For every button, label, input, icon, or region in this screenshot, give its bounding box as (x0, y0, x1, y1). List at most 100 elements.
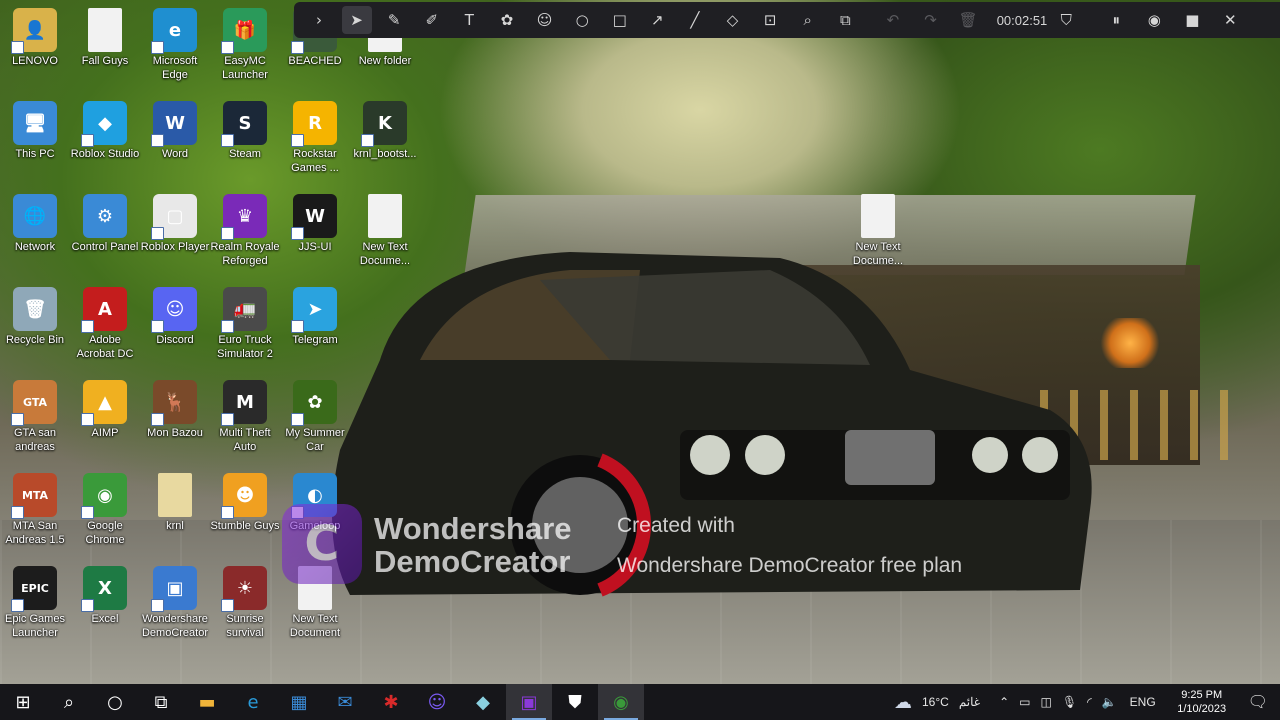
desktop-icon-easymc-launcher[interactable]: 🎁 EasyMC Launcher (210, 8, 280, 82)
task-view-icon[interactable]: ⧉ (138, 684, 184, 720)
roblox-studio-icon[interactable]: ✱ (368, 684, 414, 720)
desktop-icon-label: Realm Royale Reforged (210, 241, 280, 267)
chrome-icon[interactable]: ◉ (598, 684, 644, 720)
pen-tool-icon[interactable]: ✎ (379, 6, 409, 34)
file-explorer-icon[interactable]: ▬ (184, 684, 230, 720)
clear-icon[interactable]: 🗑 (953, 6, 983, 34)
circle-tool-icon[interactable]: ○ (567, 6, 597, 34)
weather-condition[interactable]: غائم (959, 695, 980, 709)
store-icon[interactable]: ▦ (276, 684, 322, 720)
desktop-icon-microsoft-edge[interactable]: e Microsoft Edge (140, 8, 210, 82)
desktop-icon-network[interactable]: 🌐 Network (0, 194, 70, 254)
democreator-icon[interactable]: ▣ (506, 684, 552, 720)
start-button[interactable]: ⊞ (0, 684, 46, 720)
search-icon[interactable]: ⌕ (46, 684, 92, 720)
desktop-icon-stumble-guys[interactable]: ☻ Stumble Guys (210, 473, 280, 533)
desktop-icon-label: New folder (358, 55, 412, 67)
desktop-icon-label: Word (161, 148, 189, 160)
meet-now-icon[interactable]: ◫ (1040, 695, 1051, 709)
cortana-glyph: ○ (107, 691, 123, 713)
desktop-icon-steam[interactable]: S Steam (210, 101, 280, 161)
desktop-icon-rockstar-games[interactable]: R Rockstar Games ... (280, 101, 350, 175)
spotlight-tool-icon[interactable]: ⊡ (755, 6, 785, 34)
desktop-icon-multi-theft-auto[interactable]: M Multi Theft Auto (210, 380, 280, 454)
desktop-icon-label: Google Chrome (85, 520, 125, 546)
recorder-toolbar: › ➤ ✎ ✐ T ✿ ☺ ○ □ ↗ ╱ ◇ ⊡ ⌕ ⧉ ↶ ↷ 🗑 00:02:51 ⛉ ⏸ ◉ ■ ✕ (294, 2, 1280, 38)
desktop-icon-label: Excel (91, 613, 119, 625)
select-tool-icon[interactable]: ➤ (341, 6, 372, 34)
highlighter-tool-icon[interactable]: ✐ (417, 6, 447, 34)
expand-tool-icon[interactable]: › (304, 6, 334, 34)
desktop-icon-this-pc[interactable]: 🖥 This PC (0, 101, 70, 161)
security-glyph: ⛊ (568, 691, 582, 713)
notification-icon[interactable]: 🗨 (1248, 692, 1268, 712)
desktop-icon-adobe-acrobat-dc[interactable]: A Adobe Acrobat DC (70, 287, 140, 361)
stop-icon[interactable]: ■ (1177, 6, 1207, 34)
discord-icon[interactable]: ☺ (414, 684, 460, 720)
desktop-icon-excel[interactable]: X Excel (70, 566, 140, 626)
desktop-icon-euro-truck-simulator-2[interactable]: 🚛 Euro Truck Simulator 2 (210, 287, 280, 361)
desktop-icon-google-chrome[interactable]: ◉ Google Chrome (70, 473, 140, 547)
taskbar-clock[interactable]: 9:25 PM 1/10/2023 (1169, 688, 1235, 716)
notepad-icon[interactable]: ◆ (460, 684, 506, 720)
camera-icon[interactable]: ◉ (1139, 6, 1169, 34)
desktop-icon-lenovo[interactable]: 👤 LENOVO (0, 8, 70, 68)
language-indicator[interactable]: ENG (1130, 695, 1156, 709)
desktop-icon-mon-bazou[interactable]: 🦌 Mon Bazou (140, 380, 210, 440)
app-icon: 🗑 (13, 287, 57, 331)
arrow-tool-icon[interactable]: ↗ (642, 6, 672, 34)
magnifier-tool-icon[interactable]: ⌕ (793, 6, 823, 34)
desktop-icon-aimp[interactable]: ▲ AIMP (70, 380, 140, 440)
undo-icon[interactable]: ↶ (878, 6, 908, 34)
desktop-icon-roblox-player[interactable]: ▢ Roblox Player (140, 194, 210, 254)
microphone-icon[interactable]: 🎙 (1062, 695, 1077, 709)
desktop-icon-control-panel[interactable]: ⚙ Control Panel (70, 194, 140, 254)
desktop-icon-word[interactable]: W Word (140, 101, 210, 161)
edge-icon[interactable]: e (230, 684, 276, 720)
desktop-icon-label: krnl (166, 520, 184, 532)
desktop-icon-gta-san-andreas[interactable]: GTA GTA san andreas (0, 380, 70, 454)
desktop-icon-my-summer-car[interactable]: ✿ My Summer Car (280, 380, 350, 454)
desktop-icon-telegram[interactable]: ➤ Telegram (280, 287, 350, 347)
weather-temperature[interactable]: 16°C (922, 695, 949, 709)
desktop-icon-krnl[interactable]: krnl (140, 473, 210, 533)
battery-icon[interactable]: ▭ (1019, 695, 1030, 709)
pause-icon[interactable]: ⏸ (1101, 6, 1131, 34)
chevron-up-icon[interactable]: ⌃ (999, 695, 1009, 709)
stamp-tool-icon[interactable]: ✿ (492, 6, 522, 34)
desktop-icon-realm-royale-reforged[interactable]: ♛ Realm Royale Reforged (210, 194, 280, 268)
desktop-icon-label: Sunrise survival (226, 613, 264, 639)
desktop-icon-krnl-bootst[interactable]: Kkrnl_bootst... (350, 101, 420, 161)
emoji-tool-icon[interactable]: ☺ (530, 6, 560, 34)
mail-icon[interactable]: ✉ (322, 684, 368, 720)
desktop-icon-label: Adobe Acrobat DC (76, 334, 134, 360)
cortana-icon[interactable]: ○ (92, 684, 138, 720)
wifi-icon[interactable]: ◜ (1087, 695, 1092, 709)
weather-icon[interactable]: ☁ (894, 692, 912, 713)
desktop-icon-jjs-ui[interactable]: W JJS-UI (280, 194, 350, 254)
security-icon[interactable]: ⛊ (552, 684, 598, 720)
desktop-icon-mta-san-andreas-1-5[interactable]: MTA MTA San Andreas 1.5 (0, 473, 70, 547)
close-icon[interactable]: ✕ (1215, 6, 1245, 34)
desktop-icon-sunrise-survival[interactable]: ☀ Sunrise survival (210, 566, 280, 640)
text-tool-icon[interactable]: T (454, 6, 484, 34)
desktop-icon-label: MTA San Andreas 1.5 (5, 520, 65, 546)
volume-icon[interactable]: 🔈 (1102, 695, 1117, 709)
desktop[interactable]: 👤 LENOVO 🖥 This PC 🌐 Network 🗑 Recycle Bin GTA GT… (0, 0, 1280, 684)
desktop-icon-label: Fall Guys (81, 55, 129, 67)
eraser-tool-icon[interactable]: ◇ (718, 6, 748, 34)
desktop-icon-roblox-studio[interactable]: ◆ Roblox Studio (70, 101, 140, 161)
desktop-icon-recycle-bin[interactable]: 🗑 Recycle Bin (0, 287, 70, 347)
whiteboard-tool-icon[interactable]: ⧉ (830, 6, 860, 34)
discord-glyph: ☺ (427, 691, 447, 713)
desktop-icon-discord[interactable]: ☺ Discord (140, 287, 210, 347)
line-tool-icon[interactable]: ╱ (680, 6, 710, 34)
desktop-icon-new-text-docume[interactable]: New Text Docume... (843, 194, 913, 268)
app-icon: 🖥 (13, 101, 57, 145)
desktop-icon-wondershare-democreator[interactable]: ▣ Wondershare DemoCreator (140, 566, 210, 640)
redo-icon[interactable]: ↷ (916, 6, 946, 34)
desktop-icon-new-text-docume[interactable]: New Text Docume... (350, 194, 420, 268)
rectangle-tool-icon[interactable]: □ (605, 6, 635, 34)
desktop-icon-fall-guys[interactable]: Fall Guys (70, 8, 140, 68)
desktop-icon-epic-games-launcher[interactable]: EPIC Epic Games Launcher (0, 566, 70, 640)
